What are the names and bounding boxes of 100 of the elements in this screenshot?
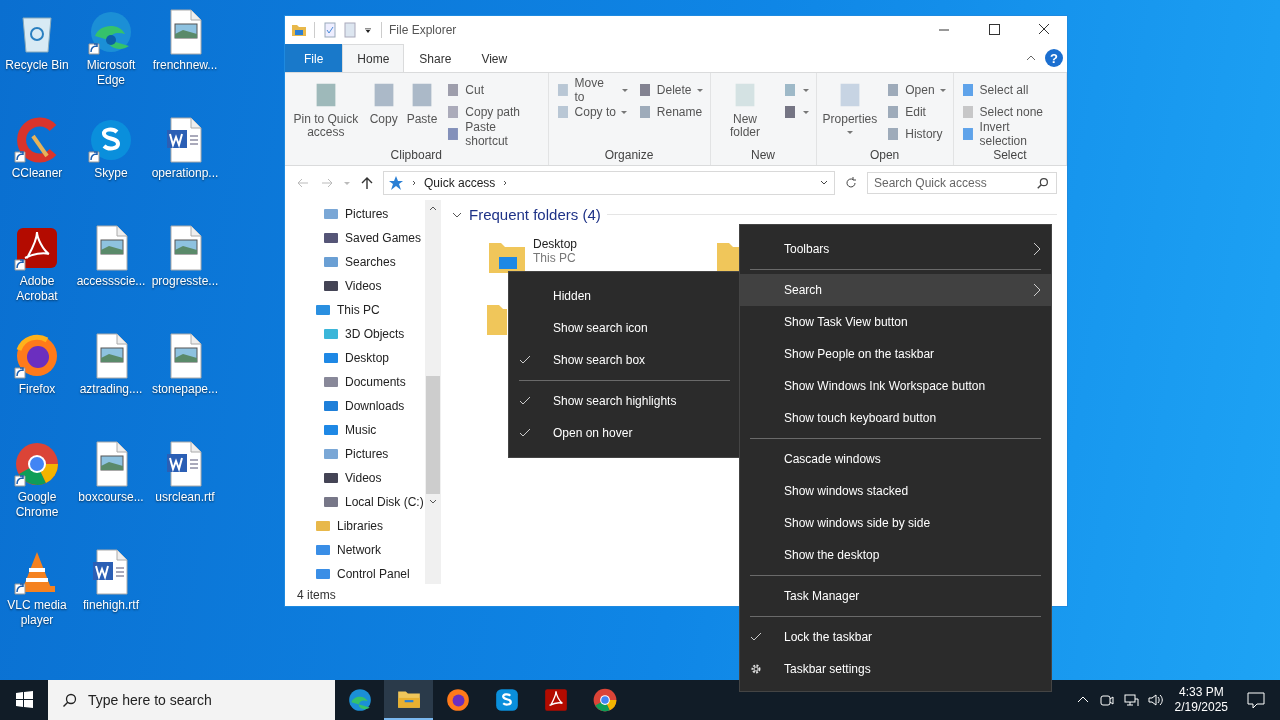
desktop-icon-label[interactable]: progresste... bbox=[149, 274, 221, 289]
nav-item[interactable]: Documents bbox=[285, 370, 425, 394]
ribbon-tab[interactable]: View bbox=[466, 44, 523, 72]
desktop-icon-label[interactable]: operationp... bbox=[149, 166, 221, 181]
ribbon-button[interactable]: Copy bbox=[366, 79, 401, 126]
menu-item[interactable]: Show touch keyboard button bbox=[740, 402, 1051, 434]
ribbon-button[interactable]: Rename bbox=[634, 101, 706, 123]
chevron-icon bbox=[410, 179, 418, 187]
desktop-icon-label[interactable]: aztrading.... bbox=[75, 382, 147, 397]
scrollbar[interactable] bbox=[425, 200, 441, 584]
star-icon bbox=[388, 175, 404, 191]
ribbon-button[interactable]: Delete bbox=[634, 79, 706, 101]
ribbon-button[interactable]: Paste shortcut bbox=[443, 123, 544, 145]
menu-item[interactable]: Lock the taskbar bbox=[740, 621, 1051, 653]
nav-item[interactable]: Pictures bbox=[285, 442, 425, 466]
ribbon-button[interactable]: Pin to Quick access bbox=[289, 79, 363, 139]
menu-item[interactable]: Search bbox=[740, 274, 1051, 306]
nav-item[interactable]: Saved Games bbox=[285, 226, 425, 250]
ribbon-button[interactable]: Copy to bbox=[552, 101, 631, 123]
notification-icon[interactable] bbox=[1246, 690, 1266, 710]
ribbon-button[interactable]: Paste bbox=[404, 79, 440, 126]
search-field[interactable]: Search Quick access bbox=[867, 172, 1057, 194]
desktop-icon-label[interactable]: stonepape... bbox=[149, 382, 221, 397]
menu-item[interactable]: Show Windows Ink Workspace button bbox=[740, 370, 1051, 402]
desktop-icon-label[interactable]: usrclean.rtf bbox=[149, 490, 221, 505]
nav-item[interactable]: Music bbox=[285, 418, 425, 442]
nav-item[interactable]: Network bbox=[285, 538, 425, 562]
nav-item[interactable]: Libraries bbox=[285, 514, 425, 538]
desktop-icon-label[interactable]: Firefox bbox=[1, 382, 73, 397]
desktop-icon-label[interactable]: Skype bbox=[75, 166, 147, 181]
desktop-icon-label[interactable]: Google Chrome bbox=[1, 490, 73, 520]
help-button[interactable]: ? bbox=[1045, 49, 1063, 67]
desktop-icon-label[interactable]: Microsoft Edge bbox=[75, 58, 147, 88]
ribbon-button[interactable]: Cut bbox=[443, 79, 544, 101]
scroll-up-icon[interactable] bbox=[427, 204, 439, 212]
menu-item[interactable]: Toolbars bbox=[740, 233, 1051, 265]
speaker-icon[interactable] bbox=[1146, 692, 1163, 708]
section-heading[interactable]: Frequent folders (4) bbox=[469, 206, 601, 223]
caret-icon bbox=[938, 86, 947, 94]
nav-item[interactable]: Videos bbox=[285, 274, 425, 298]
ribbon-tab[interactable]: Home bbox=[342, 44, 405, 72]
menu-item[interactable]: Show the desktop bbox=[740, 539, 1051, 571]
desktop-icon-label[interactable]: Recycle Bin bbox=[1, 58, 73, 73]
desktop-icon-label[interactable]: finehigh.rtf bbox=[75, 598, 147, 613]
nav-item[interactable]: Local Disk (C:) bbox=[285, 490, 425, 514]
menu-item[interactable]: Show Task View button bbox=[740, 306, 1051, 338]
desktop-icon-label[interactable]: boxcourse... bbox=[75, 490, 147, 505]
chrome-icon[interactable] bbox=[13, 440, 61, 488]
nav-item[interactable]: Pictures bbox=[285, 202, 425, 226]
ribbon-button[interactable]: Move to bbox=[552, 79, 631, 101]
up-arrow-icon[interactable] bbox=[359, 175, 375, 191]
ribbon-group-label: Organize bbox=[603, 148, 655, 164]
desktop-icon-label[interactable]: frenchnew... bbox=[149, 58, 221, 73]
taskbar-app-button[interactable] bbox=[384, 680, 433, 720]
menu-item[interactable]: Show People on the taskbar bbox=[740, 338, 1051, 370]
menu-item[interactable]: Taskbar settings bbox=[740, 653, 1051, 685]
menu-item[interactable]: Show search box bbox=[509, 344, 740, 376]
ribbon-button[interactable]: Select all bbox=[957, 79, 1062, 101]
refresh-icon[interactable] bbox=[843, 175, 859, 191]
nav-item[interactable]: This PC bbox=[285, 298, 425, 322]
desktop-icon-label[interactable]: VLC media player bbox=[1, 598, 73, 628]
ribbon-button[interactable]: Invert selection bbox=[957, 123, 1062, 145]
caret-icon bbox=[695, 86, 704, 94]
ribbon-button[interactable]: Edit bbox=[883, 101, 949, 123]
ribbon-tab[interactable]: File bbox=[285, 44, 343, 72]
clock[interactable]: 4:33 PM 2/19/2025 bbox=[1166, 685, 1236, 715]
address-bar[interactable]: Quick access bbox=[383, 171, 835, 195]
menu-item[interactable]: Task Manager bbox=[740, 580, 1051, 612]
ribbon-button[interactable]: History bbox=[883, 123, 949, 145]
meet-icon[interactable] bbox=[1098, 692, 1115, 708]
menu-item[interactable]: Cascade windows bbox=[740, 443, 1051, 475]
desktop-icon-label[interactable]: Adobe Acrobat bbox=[1, 274, 73, 304]
desktop-icon-label[interactable]: CCleaner bbox=[1, 166, 73, 181]
folder-tile[interactable]: Desktop This PC bbox=[487, 237, 687, 277]
nav-item[interactable]: Downloads bbox=[285, 394, 425, 418]
menu-item[interactable]: Open on hover bbox=[509, 417, 740, 449]
scroll-down-icon[interactable] bbox=[427, 498, 439, 506]
menu-item[interactable]: Show search icon bbox=[509, 312, 740, 344]
nav-item[interactable]: Desktop bbox=[285, 346, 425, 370]
taskbar-search-field[interactable]: Type here to search bbox=[48, 680, 335, 720]
nav-item[interactable]: Control Panel bbox=[285, 562, 425, 586]
menu-item[interactable]: Show windows stacked bbox=[740, 475, 1051, 507]
acrobat-icon bbox=[542, 687, 569, 713]
chevron-icon bbox=[1033, 242, 1041, 256]
menu-item[interactable]: Show search highlights bbox=[509, 385, 740, 417]
ribbon-button[interactable]: Copy path bbox=[443, 101, 544, 123]
ribbon-button[interactable]: Properties bbox=[820, 79, 880, 136]
chrome-icon bbox=[591, 687, 618, 713]
ribbon-button[interactable]: Open bbox=[883, 79, 949, 101]
ribbon-button[interactable]: New folder bbox=[714, 79, 776, 139]
caret-icon bbox=[620, 86, 629, 94]
desktop-icon-label[interactable]: accessscie... bbox=[75, 274, 147, 289]
menu-item[interactable]: Hidden bbox=[509, 280, 740, 312]
menu-item[interactable]: Show windows side by side bbox=[740, 507, 1051, 539]
ribbon-tab[interactable]: Share bbox=[404, 44, 467, 72]
nav-item[interactable]: 3D Objects bbox=[285, 322, 425, 346]
ribbon-button[interactable]: Select none bbox=[957, 101, 1062, 123]
status-text: 4 items bbox=[297, 588, 336, 602]
nav-item[interactable]: Searches bbox=[285, 250, 425, 274]
nav-item[interactable]: Videos bbox=[285, 466, 425, 490]
